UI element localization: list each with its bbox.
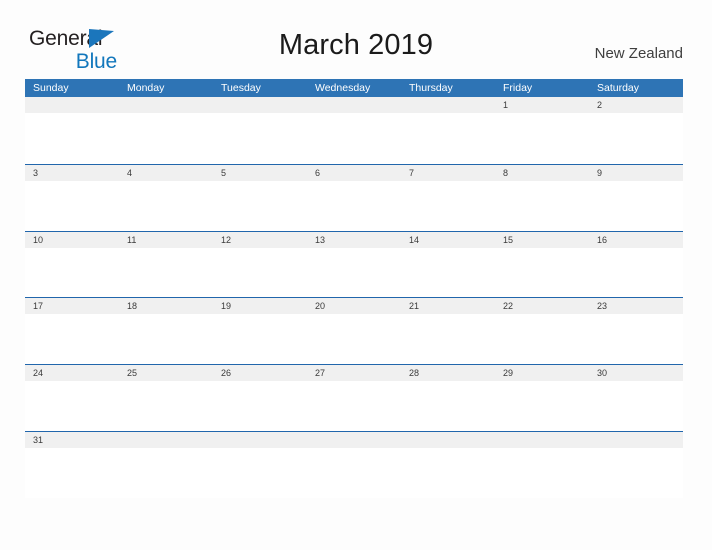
day-cell[interactable] xyxy=(25,97,119,113)
weekday-monday: Monday xyxy=(127,82,165,94)
day-cell[interactable]: 15 xyxy=(495,232,589,248)
day-cell[interactable]: 21 xyxy=(401,298,495,314)
day-cell[interactable] xyxy=(495,432,589,448)
day-cell[interactable]: 1 xyxy=(495,97,589,113)
day-cell[interactable]: 29 xyxy=(495,365,589,381)
day-cell[interactable]: 13 xyxy=(307,232,401,248)
week-note-area[interactable] xyxy=(25,247,683,297)
day-cell[interactable] xyxy=(401,432,495,448)
week-date-strip: 1 2 xyxy=(25,97,683,113)
day-cell[interactable]: 31 xyxy=(25,432,119,448)
day-cell[interactable]: 22 xyxy=(495,298,589,314)
calendar-grid: Sunday Monday Tuesday Wednesday Thursday… xyxy=(25,79,683,498)
weekday-sunday: Sunday xyxy=(33,82,69,94)
day-cell[interactable] xyxy=(401,97,495,113)
week-row: 24 25 26 27 28 29 30 xyxy=(25,364,683,431)
day-cell[interactable] xyxy=(119,97,213,113)
day-cell[interactable]: 24 xyxy=(25,365,119,381)
day-cell[interactable]: 28 xyxy=(401,365,495,381)
day-cell[interactable]: 12 xyxy=(213,232,307,248)
day-cell[interactable]: 16 xyxy=(589,232,683,248)
day-cell[interactable]: 5 xyxy=(213,165,307,181)
week-row: 10 11 12 13 14 15 16 xyxy=(25,230,683,298)
day-cell[interactable] xyxy=(119,432,213,448)
day-cell[interactable]: 18 xyxy=(119,298,213,314)
week-note-area[interactable] xyxy=(25,113,683,162)
day-cell[interactable]: 11 xyxy=(119,232,213,248)
week-date-strip: 3 4 5 6 7 8 9 xyxy=(25,164,683,181)
week-date-strip: 31 xyxy=(25,431,683,448)
day-cell[interactable]: 7 xyxy=(401,165,495,181)
day-cell[interactable] xyxy=(307,432,401,448)
day-cell[interactable]: 14 xyxy=(401,232,495,248)
weekday-wednesday: Wednesday xyxy=(315,82,371,94)
week-date-strip: 10 11 12 13 14 15 16 xyxy=(25,231,683,248)
weekday-tuesday: Tuesday xyxy=(221,82,261,94)
weekday-saturday: Saturday xyxy=(597,82,640,94)
week-row: 17 18 19 20 21 22 23 xyxy=(25,297,683,365)
day-cell[interactable] xyxy=(213,97,307,113)
weekday-header-row: Sunday Monday Tuesday Wednesday Thursday… xyxy=(25,79,683,97)
day-cell[interactable]: 10 xyxy=(25,232,119,248)
week-date-strip: 24 25 26 27 28 29 30 xyxy=(25,365,683,382)
week-row: 31 xyxy=(25,430,683,498)
day-cell[interactable]: 6 xyxy=(307,165,401,181)
weekday-friday: Friday xyxy=(503,82,533,94)
day-cell[interactable]: 9 xyxy=(589,165,683,181)
day-cell[interactable]: 26 xyxy=(213,365,307,381)
weekday-thursday: Thursday xyxy=(409,82,453,94)
region-label: New Zealand xyxy=(594,45,683,62)
day-cell[interactable]: 23 xyxy=(589,298,683,314)
day-cell[interactable]: 3 xyxy=(25,165,119,181)
page-header: General Blue March 2019 New Zealand xyxy=(0,0,712,78)
day-cell[interactable]: 8 xyxy=(495,165,589,181)
week-note-area[interactable] xyxy=(25,314,683,364)
day-cell[interactable]: 2 xyxy=(589,97,683,113)
day-cell[interactable]: 20 xyxy=(307,298,401,314)
day-cell[interactable]: 19 xyxy=(213,298,307,314)
day-cell[interactable]: 17 xyxy=(25,298,119,314)
week-row: 1 2 xyxy=(25,97,683,164)
day-cell[interactable]: 30 xyxy=(589,365,683,381)
week-row: 3 4 5 6 7 8 9 xyxy=(25,163,683,231)
day-cell[interactable] xyxy=(307,97,401,113)
week-note-area[interactable] xyxy=(25,381,683,431)
week-note-area[interactable] xyxy=(25,180,683,230)
day-cell[interactable] xyxy=(589,432,683,448)
day-cell[interactable] xyxy=(213,432,307,448)
week-date-strip: 17 18 19 20 21 22 23 xyxy=(25,298,683,315)
calendar-page: General Blue March 2019 New Zealand Sund… xyxy=(0,0,712,550)
day-cell[interactable]: 25 xyxy=(119,365,213,381)
day-cell[interactable]: 4 xyxy=(119,165,213,181)
day-cell[interactable]: 27 xyxy=(307,365,401,381)
